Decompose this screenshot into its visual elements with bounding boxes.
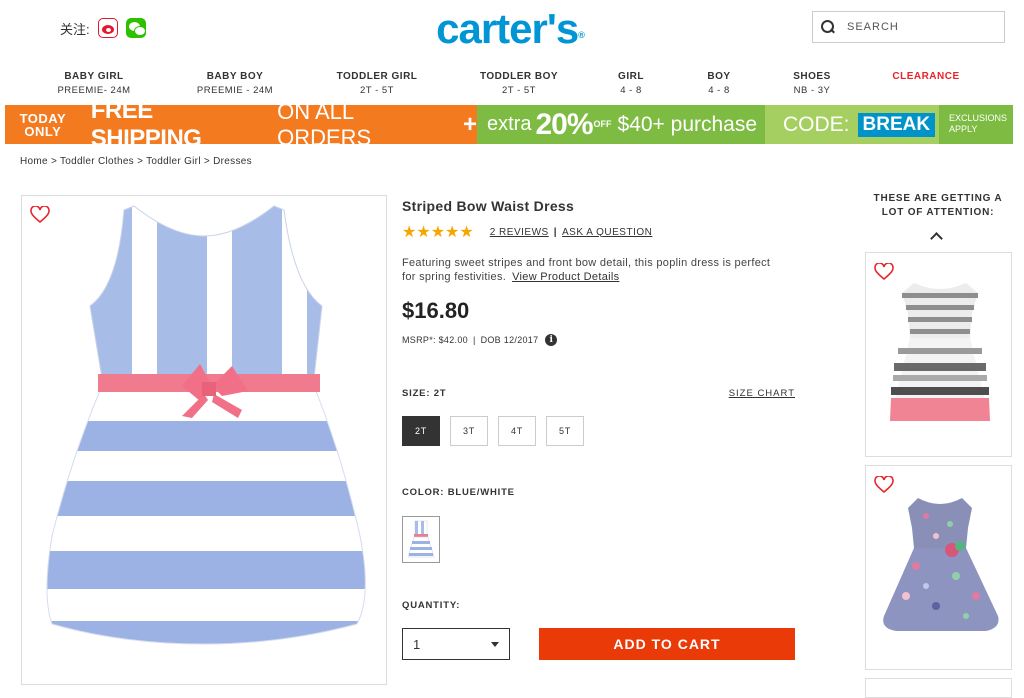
size-option-5t[interactable]: 5T: [546, 416, 584, 446]
product-image[interactable]: [21, 195, 387, 685]
product-info: Striped Bow Waist Dress ★★★★★ 2 REVIEWS …: [402, 198, 802, 346]
banner-code-label: CODE:: [783, 112, 850, 136]
banner-free-shipping: FREE SHIPPING: [90, 96, 202, 152]
size-option-2t[interactable]: 2T: [402, 416, 440, 446]
size-chart-link[interactable]: SIZE CHART: [729, 388, 795, 399]
banner-today-only: TODAY ONLY: [19, 110, 67, 139]
nav-toddler-boy[interactable]: TODDLER BOY 2T - 5T: [474, 71, 564, 96]
size-option-3t[interactable]: 3T: [450, 416, 488, 446]
quantity-select[interactable]: 1: [402, 628, 510, 660]
rating-row: ★★★★★ 2 REVIEWS | ASK A QUESTION: [402, 222, 802, 242]
nav-baby-girl[interactable]: BABY GIRL PREEMIE- 24M: [50, 71, 138, 96]
banner-shipping: TODAY ONLY FREE SHIPPING ON ALL ORDERS +: [5, 97, 477, 152]
banner-amount: $40+ purchase: [617, 112, 758, 136]
recommendation-card[interactable]: [865, 678, 1012, 698]
banner-code: CODE: BREAK: [765, 105, 939, 144]
nav-girl[interactable]: GIRL 4 - 8: [606, 71, 656, 96]
ask-question-link[interactable]: ASK A QUESTION: [562, 227, 652, 238]
swatch-dress-icon: [407, 520, 435, 558]
recommendations-title: THESE ARE GETTING A LOT OF ATTENTION:: [873, 193, 1003, 218]
follow-label: 关注:: [60, 21, 90, 37]
size-options: 2T 3T 4T 5T: [402, 416, 584, 446]
chevron-down-icon: [491, 642, 499, 647]
nav-baby-boy[interactable]: BABY BOY PREEMIE - 24M: [190, 71, 280, 96]
color-swatch-blue-white[interactable]: [402, 516, 440, 563]
product-description: Featuring sweet stripes and front bow de…: [402, 257, 771, 283]
recommendation-card[interactable]: [865, 465, 1012, 670]
floral-dress-thumbnail: [883, 498, 999, 631]
search-box[interactable]: [812, 11, 1005, 43]
wechat-icon[interactable]: [125, 18, 146, 38]
recommendation-card[interactable]: [865, 252, 1012, 457]
info-icon[interactable]: i: [545, 334, 558, 346]
promo-banner[interactable]: TODAY ONLY FREE SHIPPING ON ALL ORDERS +…: [5, 97, 1013, 152]
breadcrumb-home[interactable]: Home: [20, 156, 48, 167]
quantity-value: 1: [413, 636, 421, 652]
weibo-icon[interactable]: [97, 18, 118, 38]
size-option-4t[interactable]: 4T: [498, 416, 536, 446]
breadcrumb-dresses[interactable]: Dresses: [213, 156, 252, 167]
chevron-up-icon[interactable]: [930, 232, 943, 245]
carters-logo[interactable]: carter's®: [420, 4, 600, 54]
breadcrumb-toddler-girl[interactable]: Toddler Girl: [146, 156, 201, 167]
nav-shoes[interactable]: SHOES NB - 3Y: [786, 71, 838, 96]
banner-exclusions[interactable]: EXCLUSIONS APPLY: [939, 105, 1013, 144]
striped-dress-thumbnail: [890, 283, 990, 421]
reviews-link[interactable]: 2 REVIEWS: [490, 227, 549, 238]
search-icon[interactable]: [821, 20, 835, 34]
size-label: SIZE: 2T: [402, 388, 447, 399]
product-price: $16.80: [402, 298, 470, 323]
breadcrumb-toddler-clothes[interactable]: Toddler Clothes: [60, 156, 134, 167]
nav-toddler-girl[interactable]: TODDLER GIRL 2T - 5T: [332, 71, 422, 96]
nav-clearance[interactable]: CLEARANCE: [886, 71, 966, 82]
banner-extra: extra: [487, 113, 532, 135]
banner-code-value: BREAK: [857, 112, 936, 137]
banner-discount: extra 20% OFF $40+ purchase: [477, 105, 765, 144]
size-row: SIZE: 2T SIZE CHART: [402, 388, 795, 399]
msrp: MSRP*: $42.00: [402, 335, 468, 345]
add-to-cart-button[interactable]: ADD TO CART: [539, 628, 795, 660]
divider: |: [553, 226, 557, 238]
quantity-label: QUANTITY:: [402, 600, 461, 611]
color-label: COLOR: BLUE/WHITE: [402, 487, 515, 498]
banner-percent: 20%: [535, 107, 593, 141]
dress-illustration: [46, 205, 366, 645]
msrp-row: MSRP*: $42.00 | DOB 12/2017 i: [402, 334, 802, 346]
star-rating: ★★★★★: [402, 224, 474, 241]
banner-plus: +: [462, 110, 477, 138]
dob: DOB 12/2017: [480, 335, 539, 345]
search-input[interactable]: [845, 20, 995, 34]
banner-on-all-orders: ON ALL ORDERS: [277, 98, 372, 150]
nav-boy[interactable]: BOY 4 - 8: [694, 71, 744, 96]
social-follow: 关注:: [60, 18, 146, 38]
breadcrumb: Home > Toddler Clothes > Toddler Girl > …: [20, 156, 252, 167]
product-title: Striped Bow Waist Dress: [402, 198, 575, 214]
banner-off: OFF: [593, 119, 612, 129]
view-details-link[interactable]: View Product Details: [512, 271, 619, 283]
